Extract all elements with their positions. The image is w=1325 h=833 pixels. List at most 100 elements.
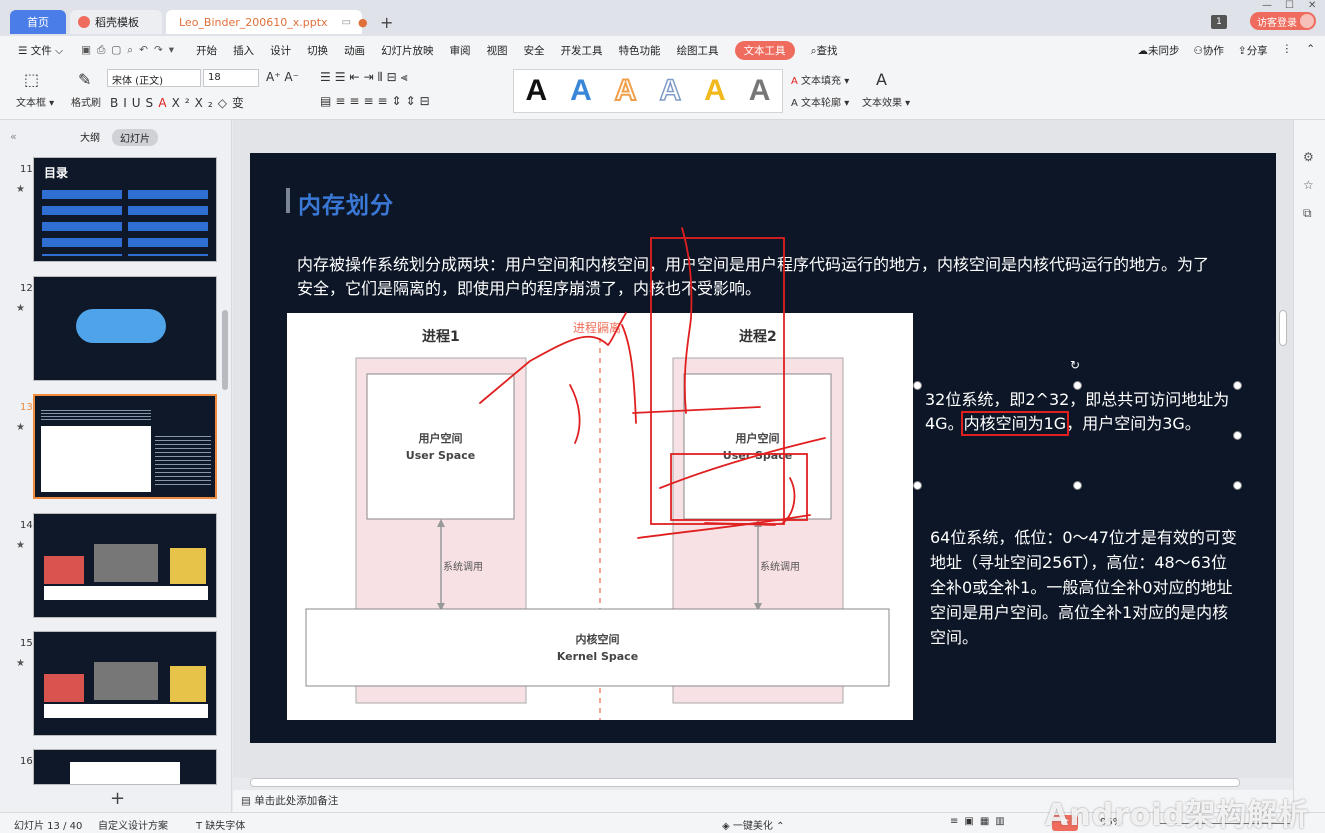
menu-file[interactable]: ☰ 文件 ⌵: [18, 43, 63, 58]
collapse-panel-icon[interactable]: «: [10, 130, 17, 143]
docer-icon: [78, 16, 90, 28]
menu-security[interactable]: 安全: [524, 43, 545, 58]
right-sidebar: ⚙ ☆ ⧉: [1293, 120, 1325, 812]
list-indent-buttons[interactable]: ☰☰⇤⇥⫴⊟⫷: [320, 70, 412, 85]
menu-text-tools[interactable]: 文本工具: [734, 40, 795, 60]
menu-transition[interactable]: 切换: [307, 43, 328, 58]
slide-canvas[interactable]: 内存划分 内存被操作系统划分成两块：用户空间和内核空间，用户空间是用户程序代码运…: [250, 153, 1276, 743]
font-style-buttons[interactable]: BIUSAX²X₂◇变: [110, 94, 249, 111]
collapse-ribbon-icon[interactable]: ⌃: [1306, 43, 1315, 58]
thumb-landscape: [94, 544, 158, 582]
thumb-toc-left: [42, 190, 122, 256]
add-slide-button[interactable]: +: [110, 788, 125, 809]
textbox-button[interactable]: 文本框 ▾: [16, 94, 54, 109]
quick-access-toolbar[interactable]: ▣⎙▢⌕↶↷▾: [81, 44, 180, 57]
slide-number: 14: [20, 520, 33, 531]
thumb-house-right: [170, 548, 206, 584]
tab-outline[interactable]: 大纲: [80, 129, 100, 146]
font-size-value: 18: [208, 72, 221, 83]
slide-thumbnail-14[interactable]: [33, 513, 217, 618]
text-effect-button[interactable]: 文本效果 ▾: [862, 94, 910, 109]
wordart-style-2[interactable]: A: [570, 74, 592, 108]
maximize-icon[interactable]: ☐: [1285, 0, 1294, 11]
tab-monitor-icon[interactable]: ▭: [342, 17, 351, 28]
panel-scrollbar[interactable]: [222, 310, 228, 390]
animation-star-icon: ★: [16, 184, 25, 195]
slide-number: 15: [20, 638, 33, 649]
thumb-ground: [44, 586, 208, 600]
wordart-style-4[interactable]: A: [659, 73, 682, 108]
slide-thumbnail-15[interactable]: [33, 631, 217, 736]
slide-thumbnail-13[interactable]: [33, 394, 217, 499]
format-painter-label[interactable]: 格式刷: [71, 94, 101, 109]
beautify-button[interactable]: ◈ 一键美化 ⌃: [722, 817, 784, 832]
slide-thumbnail-12[interactable]: [33, 276, 217, 381]
text-fill-icon: A: [791, 76, 798, 87]
menu-bar: ☰ 文件 ⌵ ▣⎙▢⌕↶↷▾ 开始 插入 设计 切换 动画 幻灯片放映 审阅 视…: [0, 36, 1325, 64]
design-scheme[interactable]: 自定义设计方案: [98, 817, 168, 832]
menu-developer[interactable]: 开发工具: [561, 43, 603, 58]
animation-star-icon: ★: [16, 658, 25, 669]
menu-animation[interactable]: 动画: [344, 43, 365, 58]
ribbon: ⬚ 文本框 ▾ ✎ 格式刷 宋体 (正文) 18 A⁺ A⁻ BIUSAX²X₂…: [0, 64, 1325, 120]
text-fill-button[interactable]: A 文本填充 ▾: [791, 72, 849, 87]
visitor-login-button[interactable]: 访客登录: [1250, 12, 1316, 30]
menu-insert[interactable]: 插入: [233, 43, 254, 58]
text-outline-label: 文本轮廓: [801, 98, 842, 109]
menu-features[interactable]: 特色功能: [619, 43, 661, 58]
minimize-icon[interactable]: —: [1262, 0, 1272, 11]
font-name-value: 宋体 (正文): [112, 76, 163, 87]
copy-icon[interactable]: ⧉: [1303, 206, 1312, 221]
font-grow-shrink-icons[interactable]: A⁺ A⁻: [266, 70, 299, 84]
tab-home[interactable]: 首页: [10, 10, 66, 34]
menu-design[interactable]: 设计: [270, 43, 291, 58]
share-button[interactable]: ⇪分享: [1238, 43, 1268, 58]
slide-thumbnail-11[interactable]: 目录: [33, 157, 217, 262]
text-effect-icon[interactable]: A: [876, 70, 887, 89]
menu-home[interactable]: 开始: [196, 43, 217, 58]
missing-font-button[interactable]: T 缺失字体: [196, 817, 245, 832]
avatar-icon: [1300, 14, 1314, 28]
tab-document-label: Leo_Binder_200610_x.pptx: [179, 15, 328, 29]
horizontal-scrollbar[interactable]: [250, 778, 1240, 787]
text-outline-button[interactable]: A 文本轮廓 ▾: [791, 94, 849, 109]
animation-icon[interactable]: ☆: [1303, 178, 1314, 192]
tab-document[interactable]: Leo_Binder_200610_x.pptx ▭ ●: [166, 10, 368, 34]
wordart-style-5[interactable]: A: [704, 74, 726, 108]
menu-view[interactable]: 视图: [487, 43, 508, 58]
window-count-badge[interactable]: 1: [1211, 15, 1227, 29]
menu-slideshow[interactable]: 幻灯片放映: [381, 43, 434, 58]
tab-slides[interactable]: 幻灯片: [112, 129, 158, 146]
text-fill-label: 文本填充: [801, 76, 842, 87]
view-mode-buttons[interactable]: ≡▣▦▥: [950, 816, 1011, 827]
slide-thumbnail-16[interactable]: [33, 749, 217, 785]
slide-number: 12: [20, 283, 33, 294]
wordart-gallery[interactable]: A A A A A A: [513, 69, 783, 113]
font-name-select[interactable]: 宋体 (正文): [107, 69, 201, 87]
vertical-scrollbar-thumb[interactable]: [1279, 310, 1287, 346]
ink-annotations: [479, 227, 826, 539]
wordart-style-3[interactable]: A: [614, 73, 638, 108]
menu-drawing-tools[interactable]: 绘图工具: [677, 43, 719, 58]
textbox-icon[interactable]: ⬚: [24, 70, 39, 89]
tab-templates[interactable]: 稻壳模板: [70, 10, 162, 34]
font-size-select[interactable]: 18: [203, 69, 259, 87]
more-options-icon[interactable]: ⋮: [1282, 43, 1293, 58]
thumb-cloud-shape: [76, 309, 166, 343]
slide-counter: 幻灯片 13 / 40: [14, 821, 83, 832]
menu-review[interactable]: 审阅: [450, 43, 471, 58]
thumb-landscape: [94, 662, 158, 700]
collaborate-button[interactable]: ⚇协作: [1193, 43, 1223, 58]
cloud-icon: ☁: [1137, 45, 1148, 57]
properties-icon[interactable]: ⚙: [1303, 150, 1314, 164]
text-outline-icon: A: [791, 98, 798, 109]
close-icon[interactable]: ✕: [1308, 0, 1316, 11]
wordart-style-1[interactable]: A: [525, 74, 547, 108]
search-button[interactable]: ⌕查找: [811, 43, 838, 58]
new-tab-button[interactable]: +: [380, 13, 393, 32]
menu-file-label: 文件: [30, 44, 52, 57]
sync-button[interactable]: ☁未同步: [1137, 43, 1179, 58]
wordart-style-6[interactable]: A: [749, 74, 771, 108]
format-painter-icon[interactable]: ✎: [78, 70, 91, 89]
paragraph-align-buttons[interactable]: ▤≡≡≡≡⇕⇕⊟: [320, 94, 434, 108]
